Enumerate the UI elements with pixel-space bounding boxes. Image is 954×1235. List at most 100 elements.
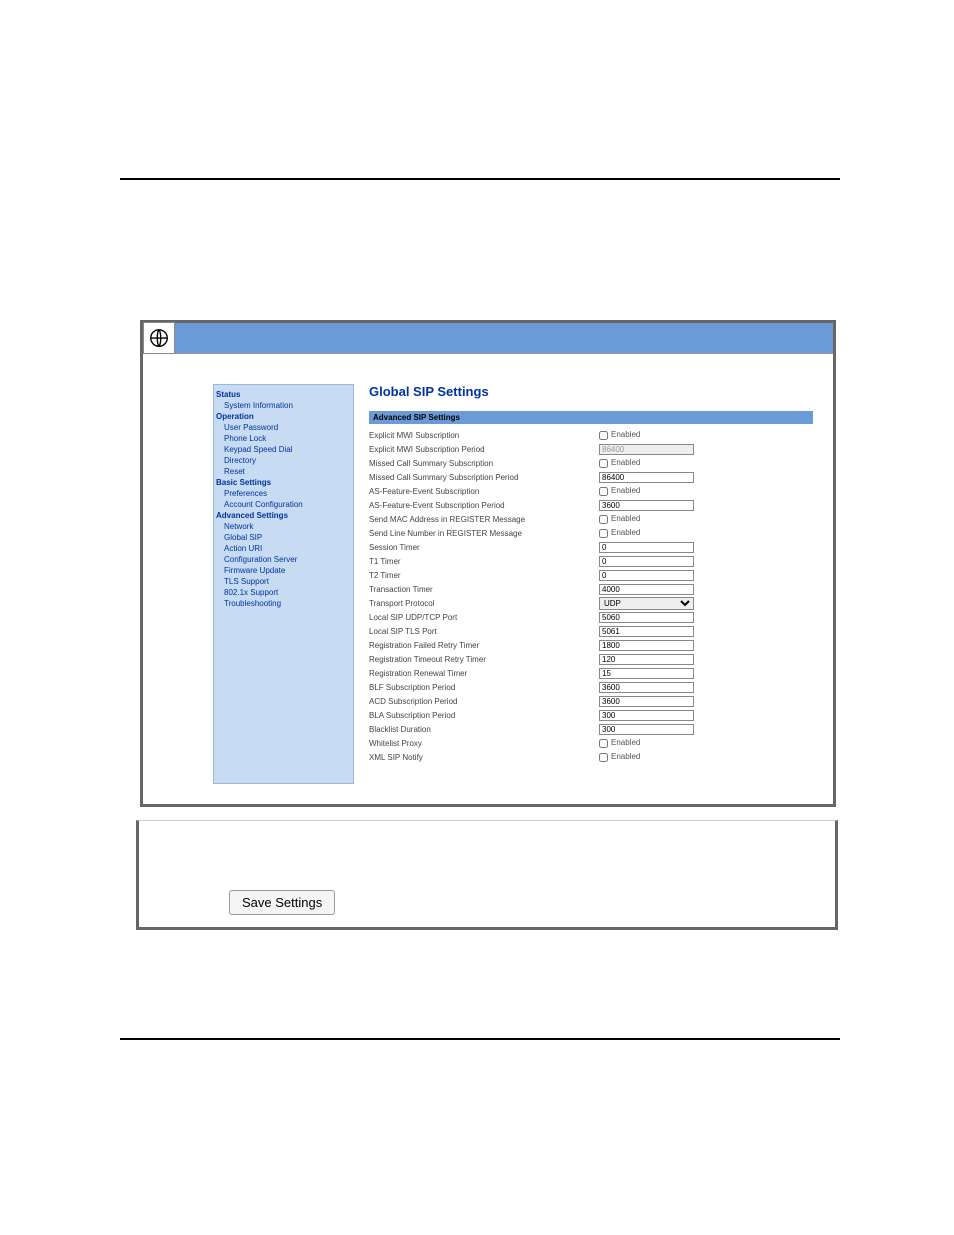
nav-item-configuration-server[interactable]: Configuration Server <box>224 554 351 565</box>
text-input[interactable] <box>599 584 694 595</box>
setting-value <box>599 584 813 595</box>
setting-row: Blacklist Duration <box>369 722 813 736</box>
nav-item-troubleshooting[interactable]: Troubleshooting <box>224 598 351 609</box>
checkbox[interactable] <box>599 459 608 468</box>
bottom-panel: Save Settings <box>136 820 838 930</box>
nav-item-action-uri[interactable]: Action URI <box>224 543 351 554</box>
select-input[interactable]: UDP <box>599 597 694 610</box>
setting-row: Registration Timeout Retry Timer <box>369 652 813 666</box>
section-header: Advanced SIP Settings <box>369 411 813 424</box>
nav-item-reset[interactable]: Reset <box>224 466 351 477</box>
setting-label: T2 Timer <box>369 571 599 580</box>
setting-label: BLA Subscription Period <box>369 711 599 720</box>
setting-label: BLF Subscription Period <box>369 683 599 692</box>
setting-value <box>599 682 813 693</box>
checkbox[interactable] <box>599 529 608 538</box>
globe-icon <box>143 322 175 354</box>
page-rule-top <box>120 178 840 180</box>
setting-value: Enabled <box>599 738 813 747</box>
setting-row: Missed Call Summary SubscriptionEnabled <box>369 456 813 470</box>
checkbox[interactable] <box>599 487 608 496</box>
setting-value: Enabled <box>599 486 813 495</box>
nav-item-directory[interactable]: Directory <box>224 455 351 466</box>
setting-value: Enabled <box>599 430 813 439</box>
setting-row: Transaction Timer <box>369 582 813 596</box>
page-rule-bottom <box>120 1038 840 1040</box>
setting-label: Explicit MWI Subscription Period <box>369 445 599 454</box>
setting-value <box>599 472 813 483</box>
nav-item-system-information[interactable]: System Information <box>224 400 351 411</box>
setting-row: BLF Subscription Period <box>369 680 813 694</box>
nav-item-phone-lock[interactable]: Phone Lock <box>224 433 351 444</box>
text-input[interactable] <box>599 682 694 693</box>
nav-item-firmware-update[interactable]: Firmware Update <box>224 565 351 576</box>
setting-row: Session Timer <box>369 540 813 554</box>
nav-item-tls-support[interactable]: TLS Support <box>224 576 351 587</box>
setting-row: AS-Feature-Event Subscription Period <box>369 498 813 512</box>
text-input[interactable] <box>599 724 694 735</box>
setting-value <box>599 444 813 455</box>
setting-label: Session Timer <box>369 543 599 552</box>
nav-header-operation: Operation <box>216 411 351 422</box>
setting-value <box>599 612 813 623</box>
setting-label: Registration Timeout Retry Timer <box>369 655 599 664</box>
setting-value: Enabled <box>599 514 813 523</box>
setting-row: Registration Failed Retry Timer <box>369 638 813 652</box>
text-input[interactable] <box>599 570 694 581</box>
nav-header-advanced: Advanced Settings <box>216 510 351 521</box>
setting-row: Transport ProtocolUDP <box>369 596 813 610</box>
setting-value <box>599 710 813 721</box>
text-input[interactable] <box>599 472 694 483</box>
checkbox[interactable] <box>599 753 608 762</box>
nav-header-status: Status <box>216 389 351 400</box>
setting-value <box>599 570 813 581</box>
text-input[interactable] <box>599 444 694 455</box>
setting-row: Send MAC Address in REGISTER MessageEnab… <box>369 512 813 526</box>
setting-row: BLA Subscription Period <box>369 708 813 722</box>
setting-label: XML SIP Notify <box>369 753 599 762</box>
nav-item-user-password[interactable]: User Password <box>224 422 351 433</box>
setting-row: XML SIP NotifyEnabled <box>369 750 813 764</box>
nav-item-account-configuration[interactable]: Account Configuration <box>224 499 351 510</box>
setting-value: Enabled <box>599 458 813 467</box>
text-input[interactable] <box>599 640 694 651</box>
setting-value <box>599 542 813 553</box>
setting-label: T1 Timer <box>369 557 599 566</box>
nav-item-preferences[interactable]: Preferences <box>224 488 351 499</box>
save-button[interactable]: Save Settings <box>229 890 335 915</box>
setting-row: Send Line Number in REGISTER MessageEnab… <box>369 526 813 540</box>
setting-label: Local SIP UDP/TCP Port <box>369 613 599 622</box>
setting-label: Transaction Timer <box>369 585 599 594</box>
checkbox[interactable] <box>599 431 608 440</box>
text-input[interactable] <box>599 612 694 623</box>
text-input[interactable] <box>599 710 694 721</box>
setting-label: ACD Subscription Period <box>369 697 599 706</box>
checkbox[interactable] <box>599 515 608 524</box>
setting-row: AS-Feature-Event SubscriptionEnabled <box>369 484 813 498</box>
setting-row: Whitelist ProxyEnabled <box>369 736 813 750</box>
setting-row: Local SIP TLS Port <box>369 624 813 638</box>
setting-label: Explicit MWI Subscription <box>369 431 599 440</box>
setting-label: Send Line Number in REGISTER Message <box>369 529 599 538</box>
text-input[interactable] <box>599 500 694 511</box>
text-input[interactable] <box>599 654 694 665</box>
text-input[interactable] <box>599 542 694 553</box>
text-input[interactable] <box>599 668 694 679</box>
setting-value <box>599 640 813 651</box>
nav-item-802-1x-support[interactable]: 802.1x Support <box>224 587 351 598</box>
content-panel: Global SIP Settings Advanced SIP Setting… <box>354 384 813 784</box>
text-input[interactable] <box>599 696 694 707</box>
nav-item-global-sip[interactable]: Global SIP <box>224 532 351 543</box>
app-window: Status System Information Operation User… <box>140 320 836 807</box>
setting-label: Transport Protocol <box>369 599 599 608</box>
setting-row: Registration Renewal Timer <box>369 666 813 680</box>
setting-value <box>599 668 813 679</box>
setting-value <box>599 654 813 665</box>
nav-item-network[interactable]: Network <box>224 521 351 532</box>
nav-item-keypad-speed-dial[interactable]: Keypad Speed Dial <box>224 444 351 455</box>
text-input[interactable] <box>599 626 694 637</box>
text-input[interactable] <box>599 556 694 567</box>
setting-label: Registration Failed Retry Timer <box>369 641 599 650</box>
sidebar-nav: Status System Information Operation User… <box>213 384 354 784</box>
checkbox[interactable] <box>599 739 608 748</box>
